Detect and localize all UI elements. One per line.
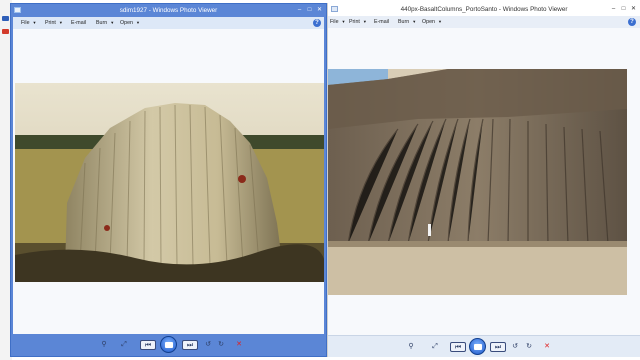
menu-email[interactable]: E-mail xyxy=(71,20,86,26)
menu-burn[interactable]: Burn ▼ xyxy=(398,19,416,25)
fit-icon[interactable]: ⤢ xyxy=(430,342,440,352)
menu-print[interactable]: Print ▼ xyxy=(349,19,367,25)
delete-icon[interactable]: ✕ xyxy=(542,342,552,352)
rotate-cw-icon[interactable]: ↻ xyxy=(524,342,534,352)
window-title: 440px-BasaltColumns_PortoSanto - Windows… xyxy=(400,6,568,13)
menu-print[interactable]: Print ▼ xyxy=(45,20,63,26)
photo-viewer-window-right[interactable]: 440px-BasaltColumns_PortoSanto - Windows… xyxy=(327,3,640,357)
menu-file[interactable]: File ▼ xyxy=(21,20,37,26)
image-view[interactable] xyxy=(13,29,324,334)
help-icon[interactable]: ? xyxy=(628,18,636,26)
menu-bar: File ▼ Print ▼ E-mail Burn ▼ Open ▼ ? xyxy=(13,17,324,29)
delete-icon[interactable]: ✕ xyxy=(234,340,244,350)
next-icon[interactable]: ⏭ xyxy=(182,340,198,350)
minimize-button[interactable]: – xyxy=(295,6,304,14)
image-view[interactable] xyxy=(328,28,640,335)
close-button[interactable]: ✕ xyxy=(629,5,638,13)
fit-icon[interactable]: ⤢ xyxy=(119,340,129,350)
menu-burn[interactable]: Burn ▼ xyxy=(96,20,114,26)
photo-image xyxy=(328,69,627,295)
window-title: sdim1927 - Windows Photo Viewer xyxy=(119,7,218,14)
zoom-icon[interactable]: ⚲ xyxy=(96,340,112,350)
menu-file[interactable]: File ▼ xyxy=(330,19,346,25)
photo-image xyxy=(15,83,324,282)
rotate-cw-icon[interactable]: ↻ xyxy=(216,340,226,350)
slideshow-icon[interactable] xyxy=(160,336,177,353)
title-bar[interactable]: 440px-BasaltColumns_PortoSanto - Windows… xyxy=(328,3,640,16)
rotate-ccw-icon[interactable]: ↺ xyxy=(203,340,213,350)
desktop-icon[interactable] xyxy=(2,29,9,34)
next-icon[interactable]: ⏭ xyxy=(490,342,506,352)
maximize-button[interactable]: □ xyxy=(305,6,314,14)
minimize-button[interactable]: – xyxy=(609,5,618,13)
menu-open[interactable]: Open ▼ xyxy=(120,20,140,26)
help-icon[interactable]: ? xyxy=(313,19,321,27)
rotate-ccw-icon[interactable]: ↺ xyxy=(510,342,520,352)
desktop-icon[interactable] xyxy=(2,16,9,21)
petrified-wood-photo xyxy=(15,83,324,282)
bottom-toolbar: ⚲ ⤢ ⏮ ⏭ ↺ ↻ ✕ xyxy=(11,334,326,356)
previous-icon[interactable]: ⏮ xyxy=(450,342,466,352)
zoom-icon[interactable]: ⚲ xyxy=(403,342,419,352)
bottom-toolbar: ⚲ ⤢ ⏮ ⏭ ↺ ↻ ✕ xyxy=(328,335,640,357)
maximize-button[interactable]: □ xyxy=(619,5,628,13)
menu-bar: File ▼ Print ▼ E-mail Burn ▼ Open ▼ ? xyxy=(328,16,640,28)
basalt-columns-photo xyxy=(328,69,627,295)
menu-email[interactable]: E-mail xyxy=(374,19,389,25)
menu-open[interactable]: Open ▼ xyxy=(422,19,442,25)
title-bar[interactable]: sdim1927 - Windows Photo Viewer – □ ✕ xyxy=(11,4,326,17)
close-button[interactable]: ✕ xyxy=(315,6,324,14)
photo-viewer-window-left[interactable]: sdim1927 - Windows Photo Viewer – □ ✕ Fi… xyxy=(10,3,327,357)
slideshow-icon[interactable] xyxy=(469,338,486,355)
previous-icon[interactable]: ⏮ xyxy=(140,340,156,350)
